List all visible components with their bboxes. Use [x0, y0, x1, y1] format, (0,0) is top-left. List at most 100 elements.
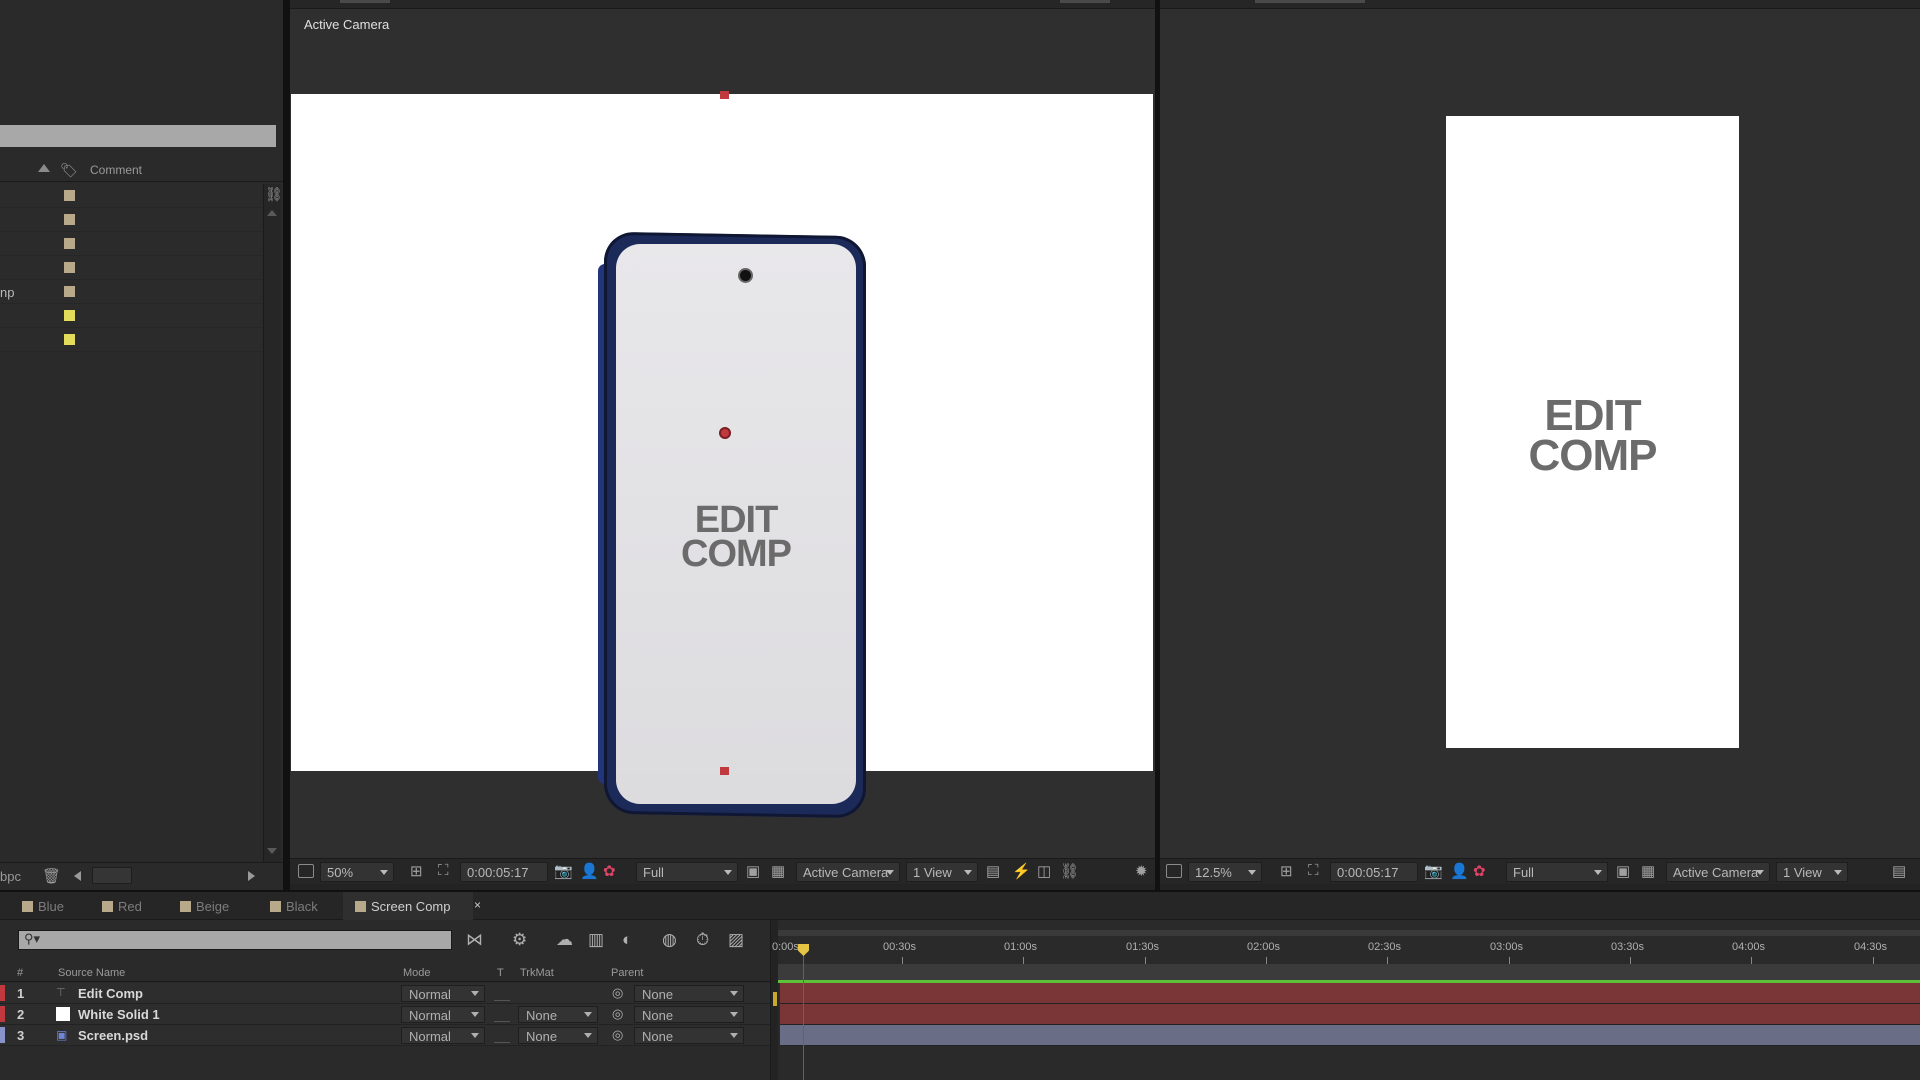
view-layout-dropdown[interactable]: 1 View — [1776, 862, 1848, 882]
work-area-start-marker[interactable] — [773, 992, 777, 1006]
exposure-icon[interactable]: ✹ — [1135, 862, 1148, 880]
mask-icon[interactable]: ⛶ — [1308, 862, 1319, 879]
scroll-right-icon[interactable] — [248, 871, 255, 881]
color-channels-icon[interactable]: ✿ — [1473, 862, 1486, 880]
show-snapshot-icon[interactable]: 👤 — [1450, 862, 1469, 880]
camera-view-dropdown[interactable]: Active Camera — [796, 862, 900, 882]
parent-dropdown[interactable]: None — [634, 1027, 744, 1044]
horizontal-scroll-thumb[interactable] — [92, 867, 132, 884]
viewer-tab[interactable] — [340, 0, 390, 3]
snapshot-camera-icon[interactable]: 📷 — [554, 862, 573, 880]
label-swatch[interactable] — [64, 286, 75, 297]
bit-depth-button[interactable]: bpc — [0, 869, 21, 884]
region-of-interest-icon[interactable]: ▣ — [1616, 862, 1630, 880]
project-item[interactable] — [0, 256, 262, 280]
time-navigator-track[interactable] — [778, 930, 1920, 936]
frame-blending-icon[interactable]: ▥ — [588, 930, 604, 950]
timeline-icon[interactable]: ◫ — [1037, 862, 1051, 880]
camera-bottom-handle[interactable] — [720, 767, 729, 775]
layer-row[interactable]: 2 White Solid 1 Normal None ◎ None — [0, 1004, 770, 1025]
view-layout-dropdown[interactable]: 1 View — [906, 862, 978, 882]
scroll-up-icon[interactable] — [267, 210, 277, 216]
flowchart-icon[interactable]: ⛓ — [1060, 862, 1079, 880]
panel-divider[interactable] — [283, 0, 290, 890]
tab-beige[interactable]: Beige — [168, 892, 239, 920]
composition-canvas[interactable]: EDIT COMP — [1446, 116, 1739, 748]
color-channels-icon[interactable]: ✿ — [603, 862, 616, 880]
column-t[interactable]: T — [497, 967, 504, 979]
preserve-transparency-toggle[interactable] — [494, 1028, 510, 1043]
graph-editor-icon[interactable]: ▨ — [728, 930, 744, 950]
time-ruler[interactable]: 0:00s 00:30s 01:00s 01:30s 02:00s 02:30s… — [772, 920, 1920, 964]
column-mode[interactable]: Mode — [403, 967, 431, 979]
layer-duration-bar[interactable] — [780, 983, 1920, 1004]
show-snapshot-icon[interactable]: 👤 — [580, 862, 599, 880]
label-swatch[interactable] — [64, 310, 75, 321]
project-item[interactable]: np — [0, 280, 262, 304]
toggle-pixel-aspect-icon[interactable]: ▤ — [1892, 862, 1906, 880]
track-matte-dropdown[interactable]: None — [518, 1027, 598, 1044]
pick-whip-icon[interactable]: ◎ — [612, 985, 623, 1001]
preserve-transparency-toggle[interactable] — [494, 986, 510, 1001]
viewer-tab[interactable] — [1060, 0, 1110, 3]
tab-red[interactable]: Red — [90, 892, 152, 920]
current-time-display[interactable]: 0:00:05:17 — [460, 862, 548, 882]
project-item[interactable] — [0, 184, 262, 208]
project-item[interactable] — [0, 328, 262, 352]
scroll-down-icon[interactable] — [267, 848, 277, 854]
label-swatch[interactable] — [64, 262, 75, 273]
blend-mode-dropdown[interactable]: Normal — [401, 985, 485, 1002]
parent-dropdown[interactable]: None — [634, 1006, 744, 1023]
column-comment[interactable]: Comment — [90, 163, 142, 177]
resolution-dropdown[interactable]: Full — [636, 862, 738, 882]
always-preview-icon[interactable] — [298, 864, 314, 878]
anchor-point-icon[interactable] — [719, 427, 731, 439]
viewer-tab[interactable] — [1255, 0, 1365, 3]
zoom-dropdown[interactable]: 50% — [320, 862, 394, 882]
layer-name[interactable]: Screen.psd — [78, 1028, 148, 1043]
tab-screen-comp[interactable]: Screen Comp × — [343, 892, 481, 920]
label-swatch[interactable] — [64, 238, 75, 249]
grid-icon[interactable]: ⊞ — [1280, 862, 1293, 880]
transparency-grid-icon[interactable]: ▦ — [771, 862, 785, 880]
timeline-search-input[interactable]: ⚲▾ — [18, 930, 452, 950]
layer-label-color[interactable] — [0, 985, 5, 1001]
flowchart-icon[interactable]: ⛓ — [265, 186, 283, 203]
preserve-transparency-toggle[interactable] — [494, 1007, 510, 1022]
mask-icon[interactable]: ⛶ — [438, 862, 449, 879]
project-search-input[interactable] — [0, 125, 276, 147]
project-item[interactable] — [0, 304, 262, 328]
layer-duration-bar[interactable] — [780, 1004, 1920, 1025]
layer-row[interactable]: 3 ▣ Screen.psd Normal None ◎ None — [0, 1025, 770, 1046]
current-time-display[interactable]: 0:00:05:17 — [1330, 862, 1418, 882]
layer-label-color[interactable] — [0, 1027, 5, 1043]
column-parent[interactable]: Parent — [611, 967, 643, 979]
pick-whip-icon[interactable]: ◎ — [612, 1027, 623, 1043]
track-matte-dropdown[interactable]: None — [518, 1006, 598, 1023]
blend-mode-dropdown[interactable]: Normal — [401, 1006, 485, 1023]
column-source-name[interactable]: Source Name — [58, 967, 125, 979]
project-vertical-scrollbar[interactable] — [263, 184, 281, 864]
layer-row[interactable]: 1 ⊤ Edit Comp Normal ◎ None — [0, 983, 770, 1004]
region-of-interest-icon[interactable]: ▣ — [746, 862, 760, 880]
current-time-indicator[interactable] — [803, 944, 804, 1080]
layer-label-color[interactable] — [0, 1006, 5, 1022]
brainstorm-icon[interactable]: ◍ — [662, 930, 677, 950]
close-tab-icon[interactable]: × — [474, 898, 481, 912]
composition-mini-flowchart-icon[interactable]: ⋈ — [466, 930, 483, 950]
layer-duration-bar[interactable] — [780, 1025, 1920, 1046]
shy-layers-icon[interactable]: ☁ — [556, 930, 573, 950]
resolution-dropdown[interactable]: Full — [1506, 862, 1608, 882]
transparency-grid-icon[interactable]: ▦ — [1641, 862, 1655, 880]
label-swatch[interactable] — [64, 334, 75, 345]
column-trkmat[interactable]: TrkMat — [520, 967, 554, 979]
grid-icon[interactable]: ⊞ — [410, 862, 423, 880]
sort-ascending-icon[interactable] — [38, 164, 50, 172]
layer-name[interactable]: Edit Comp — [78, 986, 143, 1001]
label-tag-icon[interactable]: 🏷 — [60, 162, 78, 178]
project-item[interactable] — [0, 232, 262, 256]
layer-name[interactable]: White Solid 1 — [78, 1007, 160, 1022]
pick-whip-icon[interactable]: ◎ — [612, 1006, 623, 1022]
label-swatch[interactable] — [64, 214, 75, 225]
draft-3d-icon[interactable]: ⚙ — [512, 930, 527, 950]
